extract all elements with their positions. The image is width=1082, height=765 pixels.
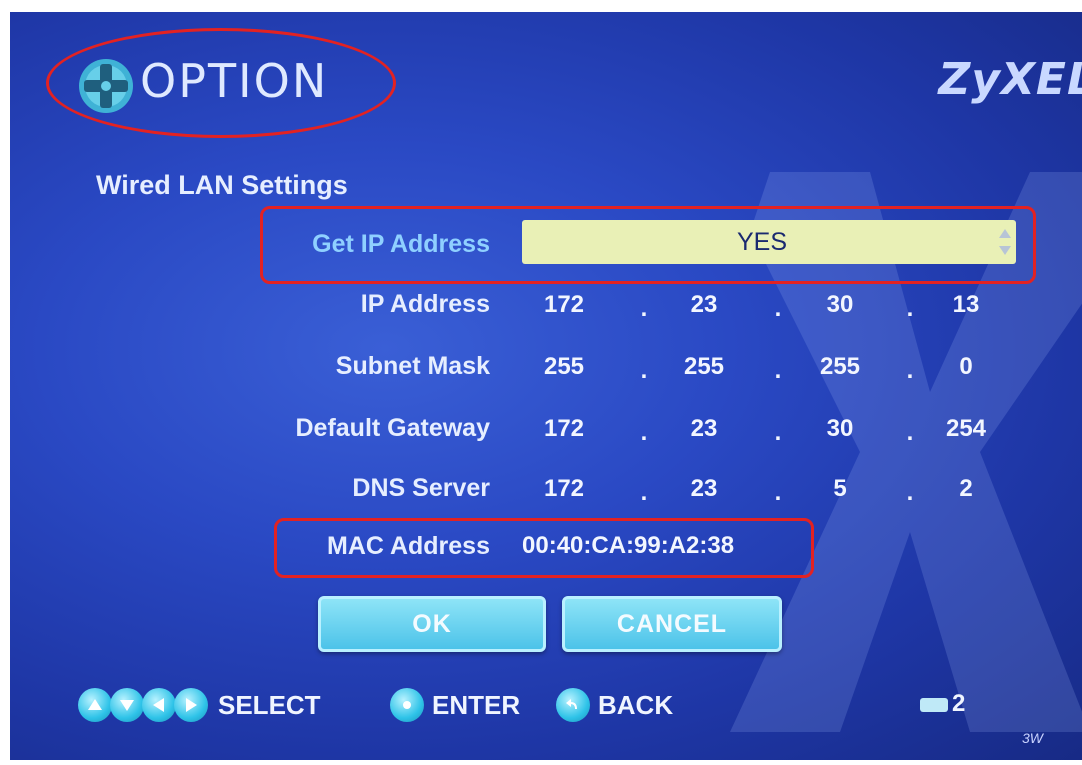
subnet-mask-octet-3[interactable]: 255 — [810, 353, 870, 381]
dns-server-octet-2[interactable]: 23 — [674, 475, 734, 503]
mac-address-label: MAC Address — [327, 532, 490, 560]
page-title: OPTION — [140, 54, 329, 108]
enter-hint: ENTER — [432, 690, 521, 720]
ip-separator: . — [640, 295, 648, 322]
ip-separator: . — [640, 419, 648, 446]
enter-icon — [390, 688, 424, 722]
ip-separator: . — [774, 357, 782, 384]
up-arrow-icon — [78, 688, 112, 722]
default-gateway-label: Default Gateway — [295, 414, 490, 442]
brand-logo: ZyXEL — [938, 54, 1082, 105]
default-gateway-octet-1[interactable]: 172 — [534, 415, 594, 443]
ip-separator: . — [906, 295, 914, 322]
get-ip-select[interactable]: YES — [522, 220, 1016, 264]
section-title: Wired LAN Settings — [96, 170, 348, 200]
ip-address-octet-3[interactable]: 30 — [810, 291, 870, 319]
left-arrow-icon — [142, 688, 176, 722]
dpad-icon — [79, 59, 133, 113]
dns-server-octet-3[interactable]: 5 — [810, 475, 870, 503]
select-hint: SELECT — [218, 690, 321, 720]
ip-address-label: IP Address — [360, 290, 490, 318]
get-ip-value: YES — [736, 228, 788, 256]
default-gateway-octet-2[interactable]: 23 — [674, 415, 734, 443]
ip-separator: . — [906, 357, 914, 384]
corner-mark: 3W — [1022, 730, 1043, 746]
ip-separator: . — [774, 419, 782, 446]
ip-address-octet-1[interactable]: 172 — [534, 291, 594, 319]
subnet-mask-octet-4[interactable]: 0 — [936, 353, 996, 381]
default-gateway-octet-3[interactable]: 30 — [810, 415, 870, 443]
ok-button[interactable]: OK — [318, 596, 546, 652]
get-ip-label: Get IP Address — [312, 230, 490, 258]
dns-server-octet-1[interactable]: 172 — [534, 475, 594, 503]
down-arrow-icon — [110, 688, 144, 722]
subnet-mask-octet-2[interactable]: 255 — [674, 353, 734, 381]
ip-separator: . — [774, 479, 782, 506]
dns-server-label: DNS Server — [352, 474, 490, 502]
ip-address-octet-2[interactable]: 23 — [674, 291, 734, 319]
subnet-mask-octet-1[interactable]: 255 — [534, 353, 594, 381]
page-number: 2 — [952, 690, 966, 717]
ip-address-octet-4[interactable]: 13 — [936, 291, 996, 319]
ip-separator: . — [774, 295, 782, 322]
spinner-icon[interactable] — [998, 226, 1012, 258]
cancel-button[interactable]: CANCEL — [562, 596, 782, 652]
ip-separator: . — [640, 357, 648, 384]
ip-separator: . — [640, 479, 648, 506]
mac-address-value: 00:40:CA:99:A2:38 — [522, 532, 735, 559]
back-hint: BACK — [598, 690, 674, 720]
subnet-mask-label: Subnet Mask — [335, 352, 490, 380]
dns-server-octet-4[interactable]: 2 — [936, 475, 996, 503]
right-arrow-icon — [174, 688, 208, 722]
default-gateway-octet-4[interactable]: 254 — [936, 415, 996, 443]
page-indicator-icon — [920, 698, 948, 712]
ip-separator: . — [906, 419, 914, 446]
back-icon — [556, 688, 590, 722]
tv-screen: OPTION ZyXEL Wired LAN Settings Get IP A… — [10, 12, 1082, 760]
ip-separator: . — [906, 479, 914, 506]
